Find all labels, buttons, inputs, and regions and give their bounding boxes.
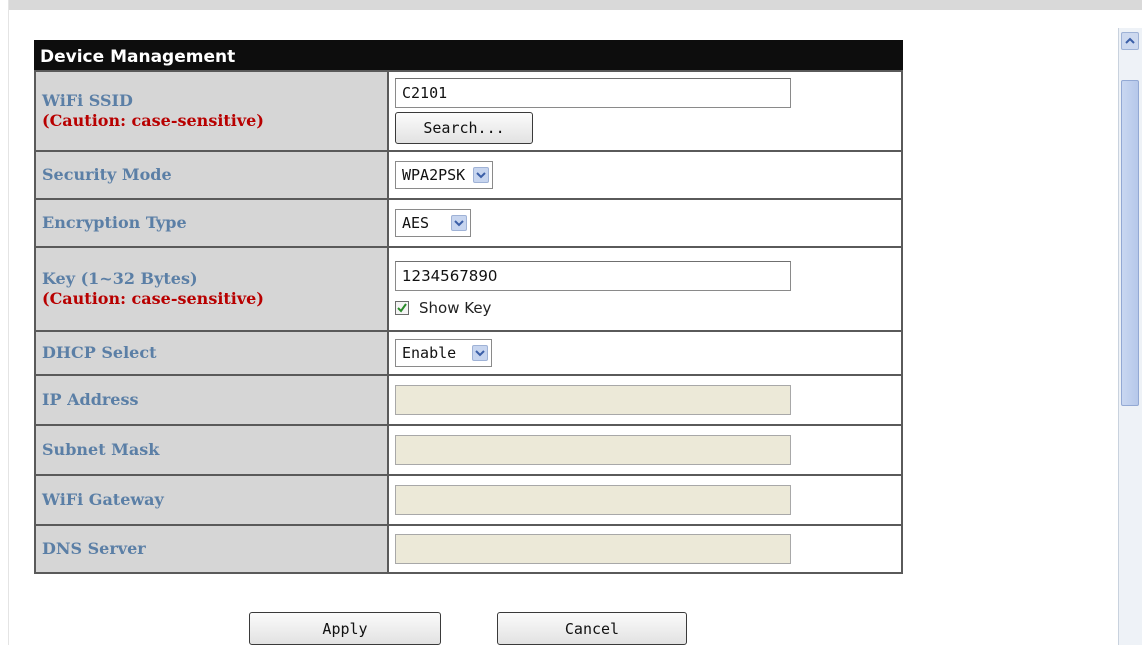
subnet-mask-cell [387, 424, 903, 476]
window-top-border [0, 0, 1142, 10]
scroll-up-button[interactable] [1121, 32, 1139, 50]
settings-table: WiFi SSID (Caution: case-sensitive) C210… [34, 70, 903, 574]
ssid-label-cell: WiFi SSID (Caution: case-sensitive) [34, 70, 389, 152]
key-label: Key (1~32 Bytes) [42, 269, 198, 288]
gateway-cell [387, 474, 903, 526]
security-mode-label: Security Mode [34, 150, 389, 200]
row-dns-server: DNS Server [34, 524, 903, 574]
row-wifi-gateway: WiFi Gateway [34, 474, 903, 526]
vertical-scrollbar[interactable] [1118, 28, 1142, 645]
cancel-button[interactable]: Cancel [497, 612, 687, 645]
row-security-mode: Security Mode WPA2PSK [34, 150, 903, 200]
dhcp-cell: Enable [387, 330, 903, 376]
key-label-cell: Key (1~32 Bytes) (Caution: case-sensitiv… [34, 246, 389, 332]
dns-input[interactable] [395, 534, 791, 564]
ssid-caution: (Caution: case-sensitive) [42, 111, 264, 130]
dhcp-label: DHCP Select [34, 330, 389, 376]
key-value-cell: 1234567890 Show Key [387, 246, 903, 332]
row-encryption-type: Encryption Type AES [34, 198, 903, 248]
ip-address-input[interactable] [395, 385, 791, 415]
chevron-down-icon[interactable] [451, 215, 468, 231]
chevron-up-icon [1125, 37, 1135, 44]
key-input[interactable]: 1234567890 [395, 261, 791, 291]
ip-address-label: IP Address [34, 374, 389, 426]
show-key-checkbox[interactable] [395, 301, 409, 315]
encryption-type-value: AES [402, 214, 430, 232]
dns-cell [387, 524, 903, 574]
search-button[interactable]: Search... [395, 112, 533, 144]
chevron-down-icon[interactable] [473, 167, 490, 183]
ssid-input[interactable]: C2101 [395, 78, 791, 108]
device-management-panel: Device Management WiFi SSID (Caution: ca… [34, 40, 903, 574]
security-mode-select[interactable]: WPA2PSK [395, 161, 494, 189]
key-caution: (Caution: case-sensitive) [42, 289, 264, 308]
security-mode-value: WPA2PSK [402, 166, 466, 184]
dhcp-select[interactable]: Enable [395, 339, 493, 367]
subnet-mask-input[interactable] [395, 435, 791, 465]
scrollbar-thumb[interactable] [1121, 80, 1139, 406]
ssid-value-cell: C2101 Search... [387, 70, 903, 152]
panel-title: Device Management [34, 40, 903, 70]
dhcp-value: Enable [402, 344, 457, 362]
ip-address-cell [387, 374, 903, 426]
apply-button[interactable]: Apply [249, 612, 441, 645]
checkmark-icon [397, 303, 407, 313]
row-subnet-mask: Subnet Mask [34, 424, 903, 476]
security-mode-cell: WPA2PSK [387, 150, 903, 200]
row-ip-address: IP Address [34, 374, 903, 426]
row-dhcp: DHCP Select Enable [34, 330, 903, 376]
subnet-mask-label: Subnet Mask [34, 424, 389, 476]
gateway-label: WiFi Gateway [34, 474, 389, 526]
dns-label: DNS Server [34, 524, 389, 574]
encryption-type-cell: AES [387, 198, 903, 248]
row-key: Key (1~32 Bytes) (Caution: case-sensitiv… [34, 246, 903, 332]
encryption-type-label: Encryption Type [34, 198, 389, 248]
show-key-label: Show Key [419, 299, 492, 317]
row-wifi-ssid: WiFi SSID (Caution: case-sensitive) C210… [34, 70, 903, 152]
show-key-row: Show Key [395, 299, 901, 317]
encryption-type-select[interactable]: AES [395, 209, 472, 237]
window-left-border [0, 0, 9, 645]
ssid-label: WiFi SSID [42, 91, 133, 110]
chevron-down-icon[interactable] [472, 345, 489, 361]
gateway-input[interactable] [395, 485, 791, 515]
